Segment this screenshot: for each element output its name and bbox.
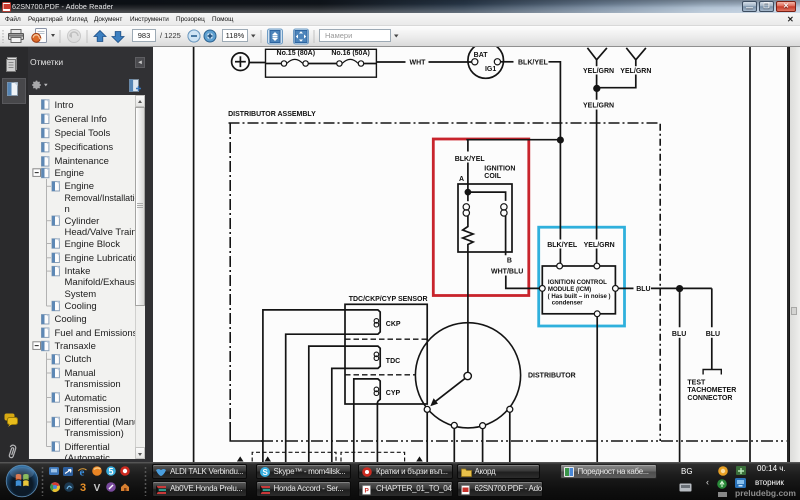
svg-text:COIL: COIL (484, 173, 501, 180)
svg-text:BLK/YEL: BLK/YEL (455, 156, 486, 163)
svg-text:BLK/YEL: BLK/YEL (547, 242, 578, 249)
svg-text:BLK/YEL: BLK/YEL (518, 59, 549, 66)
svg-text:BLU: BLU (636, 286, 650, 293)
svg-text:BLU: BLU (672, 331, 686, 338)
svg-text:V: V (94, 483, 101, 494)
svg-text:YEL/GRN: YEL/GRN (620, 68, 651, 75)
svg-text:3: 3 (80, 482, 86, 494)
svg-text:IG1: IG1 (485, 66, 496, 73)
svg-text:BAT: BAT (474, 52, 489, 59)
svg-text:CONNECTOR: CONNECTOR (687, 395, 732, 402)
svg-text:CYP: CYP (386, 390, 401, 397)
svg-text:DISTRIBUTOR ASSEMBLY: DISTRIBUTOR ASSEMBLY (228, 111, 316, 118)
svg-text:5: 5 (108, 467, 113, 477)
svg-text:YEL/GRN: YEL/GRN (583, 68, 614, 75)
svg-text:YEL/GRN: YEL/GRN (584, 242, 615, 249)
svg-text:A: A (459, 176, 464, 183)
svg-text:CKP: CKP (386, 321, 401, 328)
svg-text:WHT: WHT (410, 59, 427, 66)
svg-text:YEL/GRN: YEL/GRN (583, 103, 614, 110)
svg-text:B: B (507, 258, 512, 265)
svg-text:TACHOMETER: TACHOMETER (687, 387, 736, 394)
svg-text:TDC: TDC (386, 358, 400, 365)
svg-text:No.15 (80A): No.15 (80A) (277, 50, 316, 57)
svg-text:TEST: TEST (687, 380, 706, 387)
svg-text:BLU: BLU (706, 331, 720, 338)
svg-text:IGNITION: IGNITION (484, 166, 515, 173)
svg-text:TDC/CKP/CYP SENSOR: TDC/CKP/CYP SENSOR (349, 296, 428, 303)
svg-text:No.16 (50A): No.16 (50A) (331, 50, 370, 57)
svg-text:WHT/BLU: WHT/BLU (491, 269, 523, 276)
svg-text:DISTRIBUTOR: DISTRIBUTOR (528, 373, 576, 380)
svg-text:condenser: condenser (552, 300, 583, 307)
